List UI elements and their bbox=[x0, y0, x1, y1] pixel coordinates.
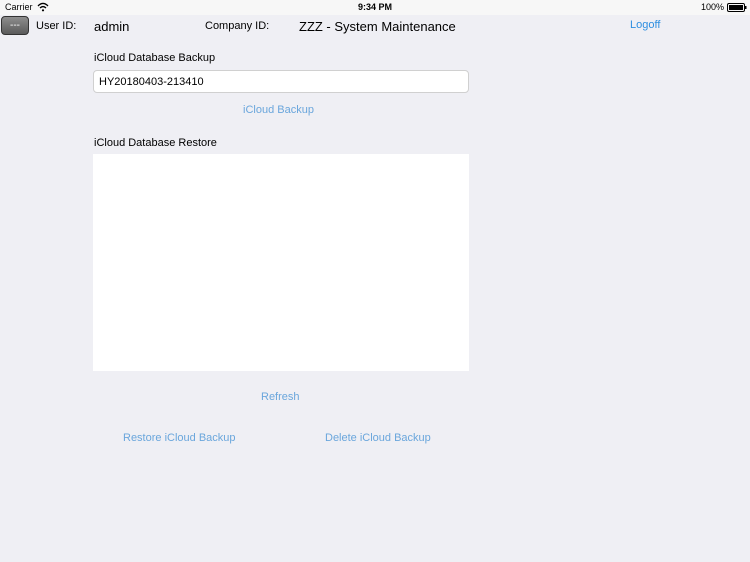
backup-list[interactable] bbox=[93, 154, 469, 371]
icloud-backup-button[interactable]: iCloud Backup bbox=[243, 104, 314, 116]
company-id-value: ZZZ - System Maintenance bbox=[299, 19, 456, 34]
restore-section-label: iCloud Database Restore bbox=[94, 137, 217, 149]
backup-section-label: iCloud Database Backup bbox=[94, 52, 216, 64]
refresh-button[interactable]: Refresh bbox=[261, 391, 300, 403]
user-id-label: User ID: bbox=[36, 20, 77, 32]
menu-button[interactable]: --- bbox=[1, 16, 29, 35]
status-bar: Carrier 9:34 PM 100% bbox=[0, 0, 750, 15]
restore-icloud-backup-button[interactable]: Restore iCloud Backup bbox=[123, 432, 236, 444]
backup-filename-input[interactable] bbox=[93, 70, 469, 93]
user-id-value: admin bbox=[94, 19, 130, 34]
logoff-button[interactable]: Logoff bbox=[630, 19, 660, 31]
battery-icon bbox=[727, 3, 747, 12]
delete-icloud-backup-button[interactable]: Delete iCloud Backup bbox=[325, 432, 431, 444]
company-id-label: Company ID: bbox=[205, 20, 270, 32]
status-time: 9:34 PM bbox=[357, 2, 392, 12]
battery-percentage: 100% bbox=[700, 2, 724, 12]
